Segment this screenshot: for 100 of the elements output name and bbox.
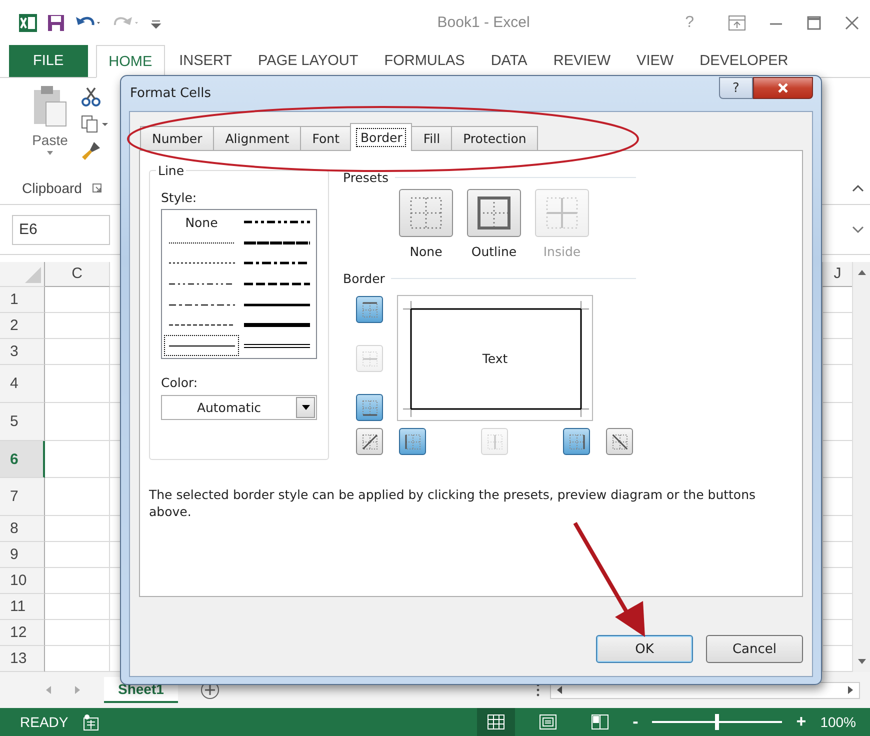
paste-button[interactable]: Paste — [32, 132, 68, 148]
column-header[interactable]: C — [45, 262, 110, 287]
border-preview[interactable]: Text — [397, 295, 593, 421]
scroll-up-icon[interactable] — [856, 268, 866, 276]
line-style-option[interactable]: None — [164, 212, 239, 233]
border-grid-icon — [408, 195, 444, 231]
ribbon-tab[interactable]: PAGE LAYOUT — [246, 45, 370, 77]
border-line-icon — [360, 300, 378, 318]
sheet-cell[interactable] — [45, 312, 110, 339]
row-header[interactable]: 6 — [0, 440, 45, 478]
row-header[interactable]: 10 — [0, 568, 45, 594]
border-toggle-button[interactable] — [606, 428, 633, 455]
border-grid-icon — [476, 195, 512, 231]
preset-label: Inside — [543, 244, 581, 259]
dialog-tab[interactable]: Border — [350, 123, 412, 151]
row-header[interactable]: 7 — [0, 478, 45, 516]
preset-button[interactable] — [467, 189, 521, 237]
sheet-cell[interactable] — [45, 594, 110, 620]
ribbon-tab[interactable]: FILE — [9, 45, 88, 77]
sheet-cell[interactable] — [45, 402, 110, 441]
dialog-tab[interactable]: Number — [140, 126, 214, 150]
border-toggle-button[interactable] — [356, 428, 383, 455]
preset-label: Outline — [471, 244, 517, 259]
maximize-icon[interactable] — [806, 14, 822, 30]
dropdown-arrow-icon[interactable] — [302, 405, 310, 410]
row-header[interactable]: 1 — [0, 286, 45, 313]
row-header[interactable]: 13 — [0, 646, 45, 672]
ribbon-tab[interactable]: REVIEW — [541, 45, 623, 77]
sheet-cell[interactable] — [45, 478, 110, 516]
zoom-level[interactable]: 100% — [820, 714, 856, 730]
line-style-option[interactable] — [164, 335, 239, 356]
ribbon-tab[interactable]: VIEW — [624, 45, 686, 77]
color-dropdown[interactable]: Automatic — [161, 395, 317, 420]
sheet-cell[interactable] — [45, 440, 110, 478]
border-toggle-button[interactable] — [563, 428, 590, 455]
caret-icon[interactable] — [46, 150, 54, 156]
row-header[interactable]: 3 — [0, 338, 45, 365]
close-icon[interactable] — [844, 14, 860, 30]
scissors-icon[interactable] — [80, 86, 102, 108]
excel-logo-icon[interactable] — [18, 12, 38, 32]
dialog-tab[interactable]: Protection — [451, 126, 538, 150]
sheet-cell[interactable] — [45, 286, 110, 313]
view-button[interactable] — [476, 708, 515, 736]
ribbon-tab[interactable]: FORMULAS — [372, 45, 477, 77]
macro-recording-icon[interactable] — [82, 713, 100, 731]
ribbon-tab[interactable]: DATA — [478, 45, 540, 77]
border-toggle-button[interactable] — [356, 296, 383, 323]
sheet-cell[interactable] — [45, 542, 110, 568]
column-header[interactable]: J — [822, 262, 852, 287]
border-toggle-button[interactable] — [356, 394, 383, 421]
line-style-list[interactable]: None — [161, 209, 317, 359]
sheet-cell[interactable] — [45, 568, 110, 594]
row-header[interactable]: 5 — [0, 402, 45, 441]
dialog-tab[interactable]: Fill — [411, 126, 452, 150]
row-header[interactable]: 8 — [0, 516, 45, 542]
row-header[interactable]: 4 — [0, 364, 45, 403]
close-button[interactable] — [753, 77, 813, 99]
field-label: Color: — [161, 375, 199, 390]
scroll-left-icon[interactable] — [555, 685, 563, 695]
slider-thumb[interactable] — [715, 714, 720, 730]
ribbon-tab[interactable]: INSERT — [167, 45, 244, 77]
help-button[interactable]: ? — [719, 77, 753, 99]
sheet-cell[interactable] — [45, 364, 110, 403]
dialog-title: Format Cells — [130, 85, 212, 101]
border-grid-icon — [544, 195, 580, 231]
border-toggle-button[interactable] — [399, 428, 426, 455]
dialog-tab[interactable]: Alignment — [213, 126, 302, 150]
scroll-down-icon[interactable] — [856, 658, 866, 666]
preview-text: Text — [482, 350, 508, 366]
paintbrush-icon[interactable] — [80, 140, 102, 162]
dialog-launcher-icon[interactable] — [92, 183, 102, 193]
collapse-ribbon-icon[interactable] — [852, 184, 864, 192]
row-header[interactable]: 9 — [0, 542, 45, 568]
window-title: Book1 - Excel — [436, 14, 531, 31]
save-icon[interactable] — [46, 12, 66, 32]
ribbon-tab[interactable]: HOME — [96, 45, 166, 78]
border-line-icon — [360, 432, 378, 450]
dialog-button[interactable]: OK — [596, 635, 693, 663]
dialog-tab[interactable]: Font — [300, 126, 352, 150]
row-header[interactable]: 12 — [0, 620, 45, 646]
page-break-icon — [590, 714, 609, 730]
row-header[interactable]: 11 — [0, 594, 45, 620]
preset-button[interactable] — [399, 189, 453, 237]
scroll-right-icon[interactable] — [847, 685, 855, 695]
name-box[interactable]: E6 — [12, 214, 110, 244]
close-icon — [777, 83, 789, 93]
zoom-out-button[interactable]: - — [632, 712, 638, 732]
sheet-cell[interactable] — [45, 516, 110, 542]
border-line-icon — [610, 432, 628, 450]
expand-formula-icon[interactable] — [852, 226, 864, 234]
copy-icon[interactable] — [80, 114, 110, 134]
dialog-button[interactable]: Cancel — [706, 635, 803, 663]
group-legend: Line — [156, 163, 186, 178]
sheet-cell[interactable] — [45, 338, 110, 365]
ribbon-display-icon[interactable] — [728, 14, 746, 30]
sheet-cell[interactable] — [45, 620, 110, 646]
ribbon-tab[interactable]: DEVELOPER — [688, 45, 800, 77]
zoom-in-button[interactable]: + — [796, 712, 806, 732]
row-header[interactable]: 2 — [0, 312, 45, 339]
vertical-scrollbar[interactable] — [852, 262, 870, 672]
